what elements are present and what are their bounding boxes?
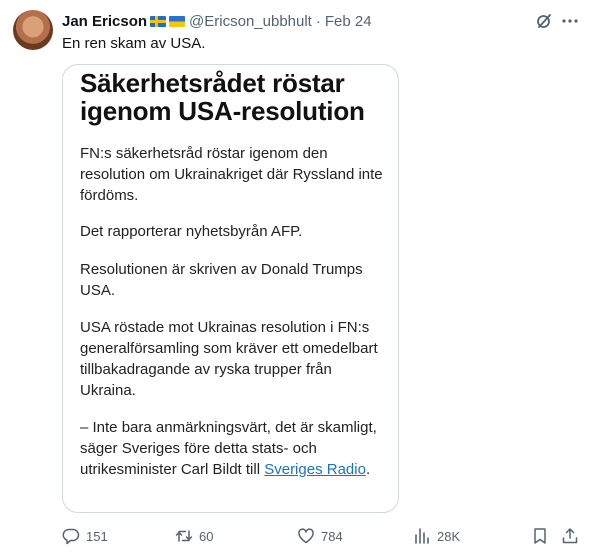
share-button[interactable] <box>561 524 579 548</box>
tweet-text: En ren skam av USA. <box>62 35 206 52</box>
article-quote-paragraph: – Inte bara anmärkningsvärt, det är skam… <box>80 417 385 480</box>
avatar[interactable] <box>13 10 53 50</box>
like-button[interactable]: 784 <box>297 524 343 548</box>
more-icon[interactable] <box>561 12 579 30</box>
like-count: 784 <box>321 528 343 544</box>
views-icon <box>415 528 429 544</box>
repost-count: 60 <box>199 528 214 544</box>
ukraine-flag-icon <box>169 15 186 27</box>
quote-period: . <box>365 461 371 478</box>
reply-icon <box>62 528 80 545</box>
views-button[interactable]: 28K <box>413 524 460 548</box>
article-paragraph: Resolutionen är skriven av Donald Trumps… <box>80 261 363 299</box>
separator-dot: · <box>315 12 321 30</box>
tweet-header: Jan Ericson @Ericson_ubbhult · Feb 24 <box>62 11 372 31</box>
bookmark-icon <box>534 528 546 544</box>
bookmark-button[interactable] <box>531 524 549 548</box>
action-bar: 151 60 784 28K <box>0 524 589 548</box>
author-handle[interactable]: @Ericson_ubbhult <box>189 13 312 30</box>
article-headline: Säkerhetsrådet röstar igenom USA-resolut… <box>80 68 365 126</box>
sveriges-radio-link: Sveriges Radio <box>264 461 366 478</box>
sweden-flag-icon <box>150 15 167 27</box>
article-paragraph: Det rapporterar nyhetsbyrån AFP. <box>80 223 303 240</box>
post-date[interactable]: Feb 24 <box>325 13 372 30</box>
grok-icon[interactable] <box>535 12 553 30</box>
author-name[interactable]: Jan Ericson <box>62 13 147 30</box>
article-image-card[interactable]: Säkerhetsrådet röstar igenom USA-resolut… <box>62 64 399 513</box>
reply-count: 151 <box>86 528 108 544</box>
article-paragraph: FN:s säkerhetsråd röstar igenom den reso… <box>80 145 383 204</box>
article-paragraph: USA röstade mot Ukrainas resolution i FN… <box>80 319 378 399</box>
share-icon <box>562 528 578 544</box>
repost-icon <box>175 530 193 542</box>
reply-button[interactable]: 151 <box>62 524 108 548</box>
like-icon <box>298 528 314 544</box>
repost-button[interactable]: 60 <box>175 524 213 548</box>
views-count: 28K <box>437 528 461 544</box>
